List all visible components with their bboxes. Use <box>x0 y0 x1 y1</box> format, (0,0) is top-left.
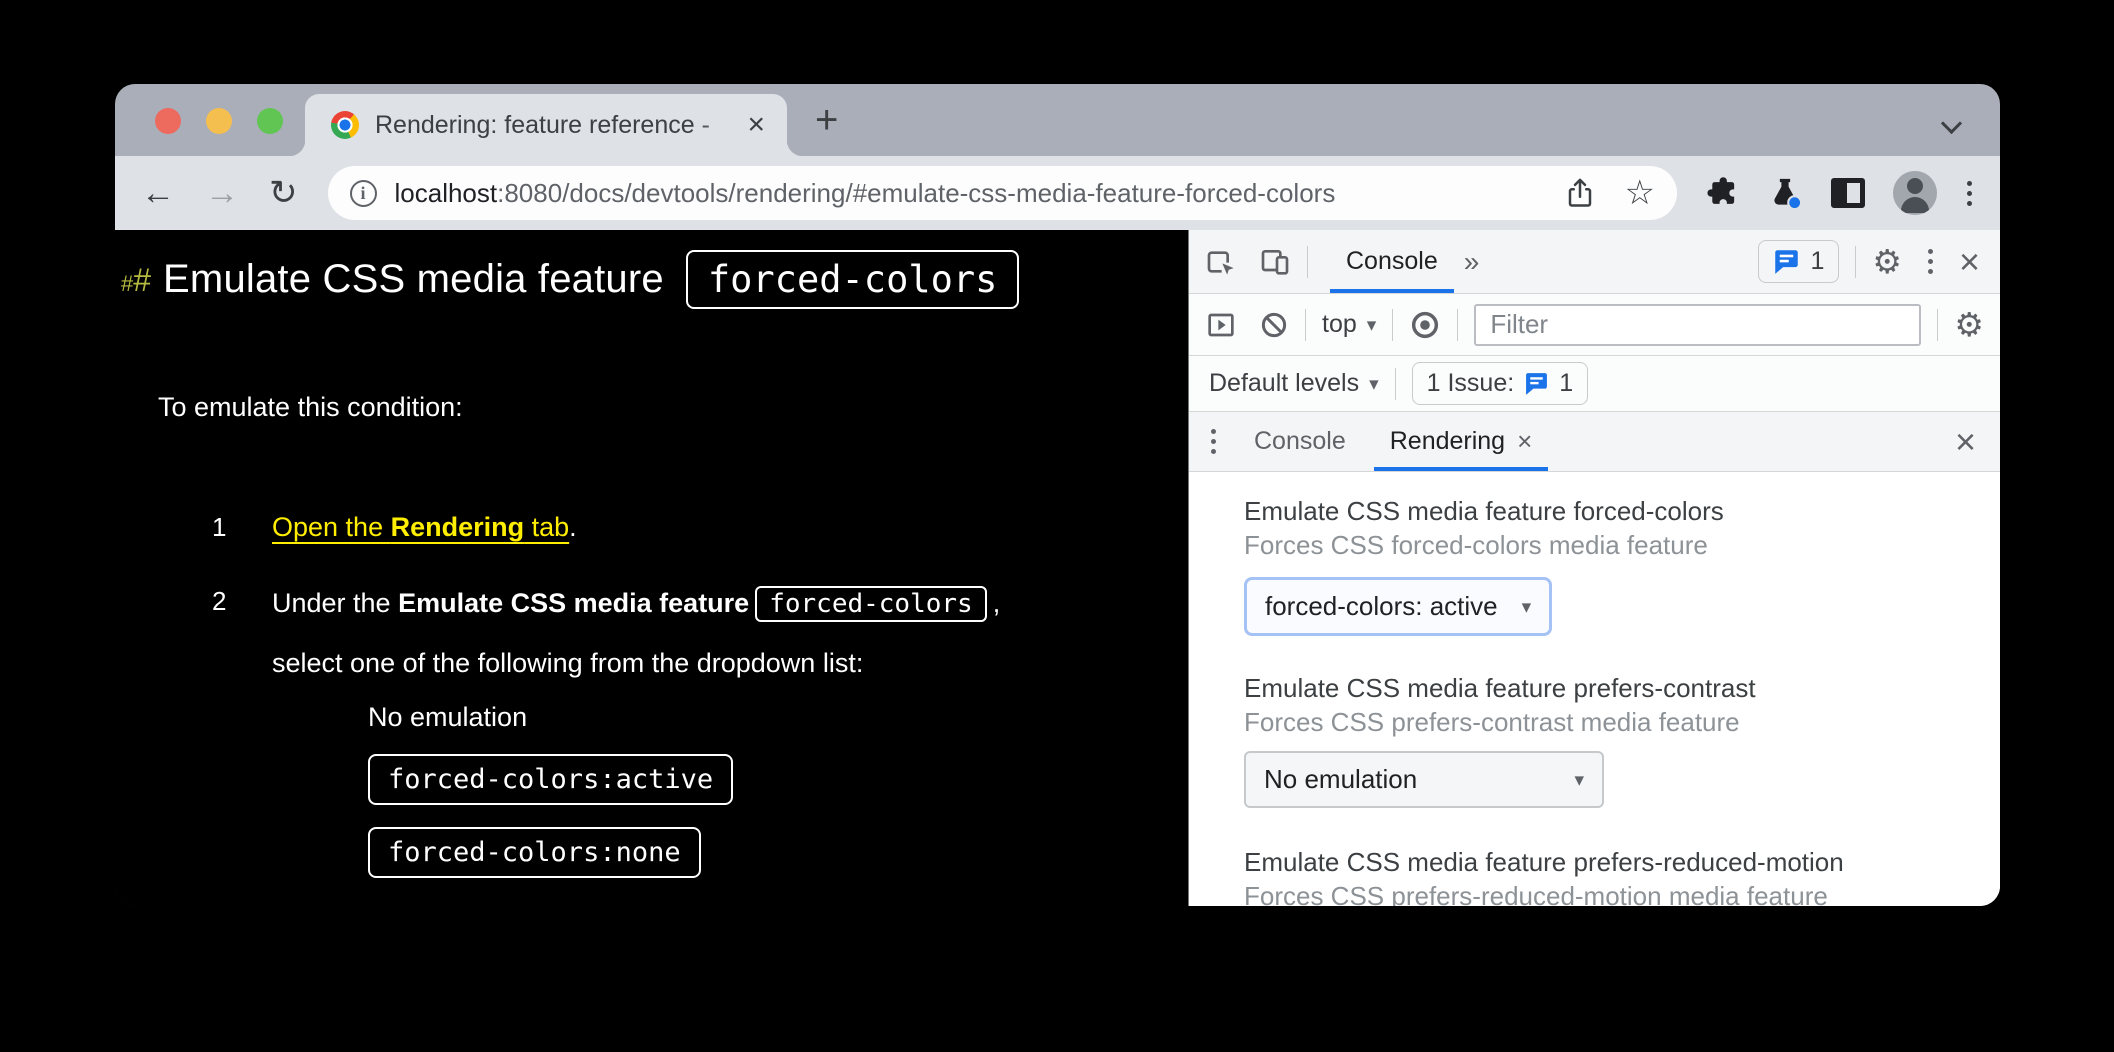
back-button[interactable]: ← <box>141 176 175 210</box>
tab-close-icon[interactable]: × <box>743 108 769 142</box>
console-toolbar: top▾ ⚙ <box>1189 294 2000 356</box>
heading-code-chip: forced-colors <box>686 250 1020 309</box>
issue-chat-icon <box>1524 372 1549 396</box>
issues-counter-button[interactable]: 1 <box>1758 240 1839 283</box>
step-2-text-line2: select one of the following from the dro… <box>272 648 863 679</box>
profile-avatar[interactable] <box>1893 171 1937 215</box>
section-subtitle: Forces CSS prefers-contrast media featur… <box>1244 705 1980 739</box>
drawer-tab-rendering[interactable]: Rendering× <box>1368 412 1555 471</box>
browser-actions <box>1705 171 1974 215</box>
site-info-icon[interactable]: i <box>350 180 377 207</box>
beaker-icon[interactable] <box>1767 175 1803 211</box>
step-1-text: Open the Rendering tab. <box>272 512 577 543</box>
forced-colors-select[interactable]: forced-colors: active ▾ <box>1244 577 1552 636</box>
extensions-puzzle-icon[interactable] <box>1705 176 1739 210</box>
chrome-favicon-icon <box>331 111 359 139</box>
inspect-element-icon[interactable] <box>1205 246 1237 278</box>
page-heading: ## Emulate CSS media feature forced-colo… <box>121 250 1019 309</box>
bookmark-star-icon[interactable]: ☆ <box>1625 176 1655 210</box>
clear-console-icon[interactable] <box>1259 310 1289 340</box>
tab-strip: Rendering: feature reference - × + <box>115 84 2000 156</box>
chevron-down-icon: ▾ <box>1367 314 1377 336</box>
issue-pill-button[interactable]: 1 Issue: 1 <box>1412 362 1588 405</box>
section-title: Emulate CSS media feature prefers-contra… <box>1244 671 1980 705</box>
live-expression-eye-icon[interactable] <box>1409 309 1441 341</box>
maximize-window-button[interactable] <box>257 108 283 134</box>
section-title: Emulate CSS media feature forced-colors <box>1244 494 1980 528</box>
devtools-tab-console[interactable]: Console <box>1324 230 1460 293</box>
forward-button[interactable]: → <box>205 176 239 210</box>
devtools-close-icon[interactable]: × <box>1955 244 1984 280</box>
drawer-tab-bar: Console Rendering× × <box>1189 412 2000 472</box>
drawer-close-icon[interactable]: × <box>1951 424 1980 460</box>
new-tab-button[interactable]: + <box>815 100 838 140</box>
step-2-text: Under the Emulate CSS media featureforce… <box>272 586 1000 622</box>
tab-title: Rendering: feature reference - <box>375 111 743 140</box>
chevron-down-icon: ▾ <box>1574 769 1584 791</box>
javascript-context-dropdown[interactable]: top▾ <box>1322 310 1376 339</box>
heading-anchor-link[interactable]: ## <box>121 264 151 296</box>
intro-text: To emulate this condition: <box>158 392 463 423</box>
devtools-main-toolbar: Console » 1 ⚙ × <box>1189 230 2000 294</box>
rendering-section-forced-colors: Emulate CSS media feature forced-colors … <box>1244 494 1980 636</box>
console-settings-icon[interactable]: ⚙ <box>1954 308 1984 341</box>
url-path: :8080/docs/devtools/rendering/#emulate-c… <box>497 178 1335 208</box>
browser-tab[interactable]: Rendering: feature reference - × <box>305 94 787 156</box>
heading-text: Emulate CSS media feature <box>163 257 664 302</box>
devtools-settings-icon[interactable]: ⚙ <box>1872 245 1902 278</box>
browser-menu-icon[interactable] <box>1965 179 1974 208</box>
url-host: localhost <box>395 178 498 208</box>
console-sidebar-toggle-icon[interactable] <box>1205 309 1237 341</box>
step-2-number: 2 <box>212 586 226 617</box>
drawer-menu-icon[interactable] <box>1209 427 1218 456</box>
traffic-lights <box>155 108 283 134</box>
section-subtitle: Forces CSS prefers-reduced-motion media … <box>1244 879 1980 906</box>
page-content: ## Emulate CSS media feature forced-colo… <box>115 230 1188 906</box>
rendering-section-prefers-reduced-motion: Emulate CSS media feature prefers-reduce… <box>1244 845 1980 906</box>
option-no-emulation: No emulation <box>368 702 527 733</box>
devtools-menu-icon[interactable] <box>1926 247 1935 276</box>
rendering-tab-link[interactable]: Open the Rendering tab <box>272 512 569 542</box>
console-filter-input[interactable] <box>1474 304 1921 346</box>
omnibox-actions: ☆ <box>1565 176 1655 210</box>
share-icon[interactable] <box>1565 176 1595 210</box>
inline-code-chip: forced-colors <box>755 586 987 622</box>
browser-window: Rendering: feature reference - × + ← → ↻… <box>115 84 2000 906</box>
chevron-down-icon: ▾ <box>1522 596 1532 618</box>
section-title: Emulate CSS media feature prefers-reduce… <box>1244 845 1980 879</box>
section-subtitle: Forces CSS forced-colors media feature <box>1244 528 1980 562</box>
navigation-bar: ← → ↻ i localhost:8080/docs/devtools/ren… <box>115 156 2000 230</box>
devtools-panel: Console » 1 ⚙ × <box>1188 230 2000 906</box>
drawer-tab-console[interactable]: Console <box>1232 412 1368 471</box>
device-toolbar-icon[interactable] <box>1259 246 1291 278</box>
rendering-panel: Emulate CSS media feature forced-colors … <box>1189 472 2000 906</box>
issue-chat-icon <box>1773 249 1800 275</box>
more-tabs-icon[interactable]: » <box>1464 246 1480 278</box>
close-window-button[interactable] <box>155 108 181 134</box>
reload-button[interactable]: ↻ <box>269 176 298 210</box>
minimize-window-button[interactable] <box>206 108 232 134</box>
prefers-contrast-select[interactable]: No emulation ▾ <box>1244 751 1604 808</box>
log-levels-dropdown[interactable]: Default levels▾ <box>1209 369 1379 398</box>
rendering-section-prefers-contrast: Emulate CSS media feature prefers-contra… <box>1244 671 1980 808</box>
step-1-number: 1 <box>212 512 226 543</box>
option-forced-colors-active: forced-colors:active <box>368 754 733 805</box>
address-bar[interactable]: i localhost:8080/docs/devtools/rendering… <box>328 166 1678 220</box>
url-text[interactable]: localhost:8080/docs/devtools/rendering/#… <box>395 178 1549 209</box>
chevron-down-icon: ▾ <box>1369 373 1379 395</box>
close-rendering-tab-icon[interactable]: × <box>1517 426 1532 457</box>
console-levels-bar: Default levels▾ 1 Issue: 1 <box>1189 356 2000 412</box>
side-panel-icon[interactable] <box>1831 178 1865 208</box>
option-forced-colors-none: forced-colors:none <box>368 827 701 878</box>
tab-search-chevron-icon[interactable] <box>1944 114 1962 132</box>
